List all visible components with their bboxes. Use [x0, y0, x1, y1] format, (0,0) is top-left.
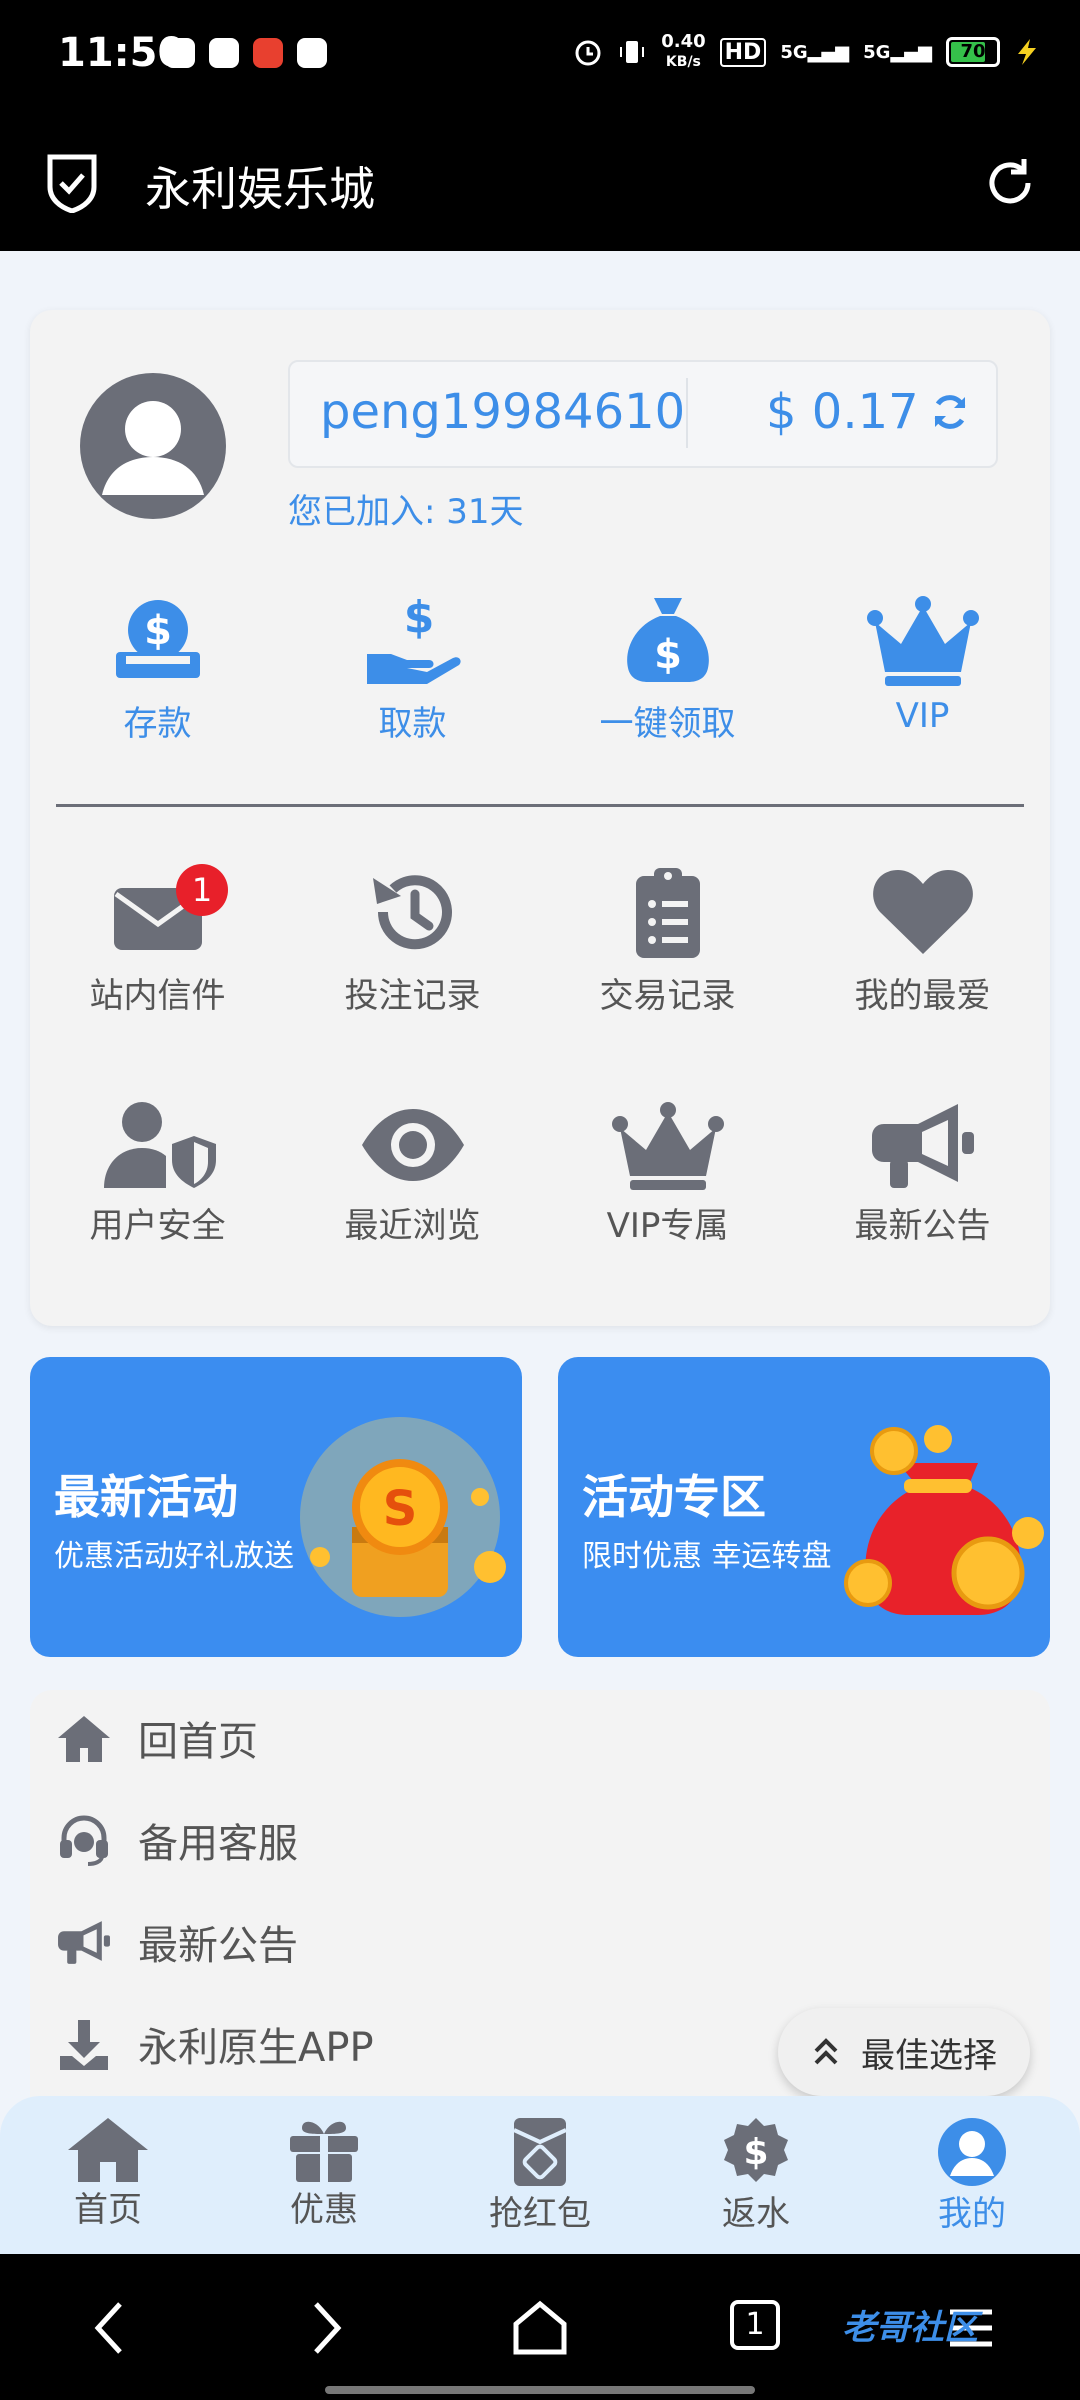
chat-notification-icon	[297, 38, 327, 68]
tab-home[interactable]: 首页	[0, 2096, 216, 2254]
claim-all-button[interactable]: $ 一键领取	[540, 592, 795, 745]
home-icon	[68, 2118, 148, 2182]
svg-text:$: $	[144, 608, 172, 654]
svg-text:$: $	[743, 2132, 768, 2173]
clipboard-list-icon	[635, 868, 700, 958]
balance: $ 0.17	[766, 384, 919, 440]
menu-item-announcements[interactable]: 最新公告	[56, 1902, 298, 1982]
battery-icon: 70	[946, 37, 1000, 67]
tab-red-envelope[interactable]: 抢红包	[432, 2096, 648, 2254]
net-speed: 0.40 KB/s	[661, 31, 706, 71]
mail-notification-icon	[209, 38, 239, 68]
withdraw-button[interactable]: $ 取款	[285, 592, 540, 745]
megaphone-icon	[871, 1104, 974, 1188]
favorites-button[interactable]: 我的最爱	[795, 864, 1050, 1017]
game-notification-icon	[253, 38, 283, 68]
tab-rebate[interactable]: $ 返水	[648, 2096, 864, 2254]
features-row-2: 用户安全 最近浏览 VIP专属 最新公告	[30, 1100, 1050, 1247]
announcements-button[interactable]: 最新公告	[795, 1100, 1050, 1247]
vip-button[interactable]: VIP	[795, 592, 1050, 745]
home-indicator	[325, 2386, 755, 2394]
status-bar: 11:50 0.40 KB/s HD 5G▂▄▆ 5G▂▄▆ 70	[0, 0, 1080, 115]
app-notification-icon	[165, 38, 195, 68]
banner-subtitle: 优惠活动好礼放送	[54, 1539, 294, 1574]
balance-refresh-icon[interactable]	[930, 392, 970, 432]
deposit-button[interactable]: $ 存款	[30, 592, 285, 745]
crown-icon	[611, 1102, 724, 1190]
recent-views-button[interactable]: 最近浏览	[285, 1100, 540, 1247]
activity-zone-banner[interactable]: 活动专区 限时优惠 幸运转盘	[558, 1357, 1050, 1657]
features-row-1: 1 站内信件 投注记录 交易记录 我的最爱	[30, 864, 1050, 1017]
history-icon	[372, 875, 452, 950]
withdraw-icon: $	[366, 592, 461, 684]
gift-icon	[290, 2121, 358, 2182]
home-nav-icon[interactable]	[510, 2298, 570, 2358]
shield-check-icon[interactable]	[44, 153, 100, 213]
crown-icon	[866, 596, 979, 686]
alarm-icon	[575, 40, 601, 66]
money-bag-icon: $	[626, 598, 709, 682]
user-shield-icon	[103, 1102, 216, 1188]
headset-icon	[60, 1815, 108, 1866]
user-circle-icon	[938, 2118, 1006, 2186]
charging-icon	[1018, 39, 1036, 65]
vibrate-icon	[620, 41, 645, 63]
username: peng19984610	[320, 384, 686, 440]
heart-icon	[872, 870, 973, 954]
user-info-box: peng19984610 $ 0.17	[288, 360, 998, 468]
signal-icon-1: 5G▂▄▆	[780, 41, 850, 63]
vip-exclusive-button[interactable]: VIP专属	[540, 1100, 795, 1247]
eye-icon	[361, 1109, 464, 1181]
bottom-tab-bar: 首页 优惠 抢红包 $ 返水 我的	[0, 2096, 1080, 2254]
back-icon[interactable]	[90, 2298, 130, 2358]
download-icon	[60, 2020, 108, 2070]
banner-title: 活动专区	[582, 1470, 766, 1524]
svg-text:$: $	[654, 632, 682, 678]
notification-icons	[165, 38, 327, 68]
app-header: 永利娱乐城	[0, 115, 1080, 251]
chevron-up-double-icon	[814, 2038, 838, 2065]
forward-icon[interactable]	[306, 2298, 346, 2358]
refresh-icon[interactable]	[980, 153, 1040, 213]
divider	[56, 804, 1024, 807]
watermark-logo: 老哥社区	[842, 2308, 978, 2348]
tabs-count-button[interactable]: 1	[730, 2300, 780, 2350]
menu-item-app-download[interactable]: 永利原生APP	[56, 2004, 374, 2084]
svg-text:$: $	[403, 592, 434, 643]
banner-title: 最新活动	[54, 1470, 238, 1524]
transaction-history-button[interactable]: 交易记录	[540, 864, 795, 1017]
dollar-badge-icon: $	[724, 2118, 788, 2182]
red-envelope-icon	[513, 2118, 567, 2186]
megaphone-icon	[58, 1921, 110, 1964]
user-security-button[interactable]: 用户安全	[30, 1100, 285, 1247]
home-icon	[58, 1716, 110, 1762]
quick-actions: $ 存款 $ 取款 $ 一键领取 VIP	[30, 592, 1050, 745]
latest-activity-banner[interactable]: S 最新活动 优惠活动好礼放送	[30, 1357, 522, 1657]
treasure-coins-icon: S	[300, 1417, 506, 1617]
banner-subtitle: 限时优惠 幸运转盘	[582, 1539, 832, 1574]
hd-icon: HD	[719, 37, 767, 67]
svg-text:S: S	[383, 1481, 418, 1537]
unread-badge: 1	[176, 864, 228, 916]
signal-icon-2: 5G▂▄▆	[863, 41, 932, 63]
lucky-bag-icon	[844, 1425, 1044, 1615]
page-title: 永利娱乐城	[145, 162, 375, 216]
inbox-button[interactable]: 1 站内信件	[30, 864, 285, 1017]
user-icon	[102, 401, 204, 495]
account-card: peng19984610 $ 0.17 您已加入: 31天 $ 存款 $ 取款 …	[30, 310, 1050, 1326]
joined-days: 您已加入: 31天	[288, 492, 524, 532]
menu-item-home[interactable]: 回首页	[56, 1698, 258, 1778]
menu-item-support[interactable]: 备用客服	[56, 1800, 298, 1880]
deposit-icon: $	[115, 600, 200, 678]
bet-history-button[interactable]: 投注记录	[285, 864, 540, 1017]
best-choice-button[interactable]: 最佳选择	[778, 2008, 1030, 2096]
avatar[interactable]	[80, 373, 226, 519]
tab-promotions[interactable]: 优惠	[216, 2096, 432, 2254]
tab-profile[interactable]: 我的	[864, 2096, 1080, 2254]
